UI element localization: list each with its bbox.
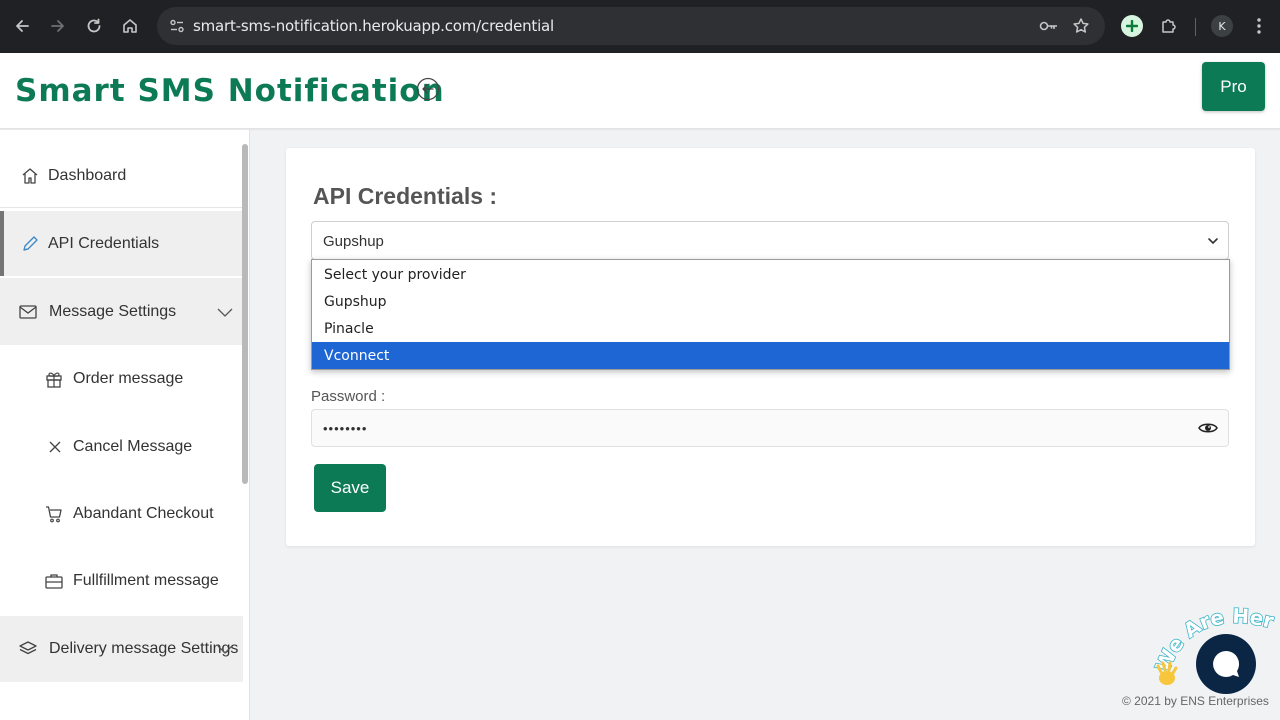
sidebar-item-order-message[interactable]: Order message xyxy=(0,347,243,411)
envelope-icon xyxy=(18,302,38,322)
key-icon[interactable] xyxy=(1037,15,1061,37)
pro-button[interactable]: Pro xyxy=(1202,62,1265,111)
extensions-puzzle-icon[interactable] xyxy=(1157,14,1181,38)
home-icon xyxy=(20,166,40,186)
address-bar[interactable]: smart-sms-notification.herokuapp.com/cre… xyxy=(157,7,1105,45)
eye-icon[interactable] xyxy=(1198,420,1218,436)
sidebar-item-message-settings[interactable]: Message Settings xyxy=(0,278,243,345)
more-menu-icon[interactable] xyxy=(1247,14,1271,38)
sidebar-item-abandant-checkout[interactable]: Abandant Checkout xyxy=(0,482,243,546)
provider-select[interactable]: Gupshup xyxy=(311,221,1229,260)
sidebar-item-label: API Credentials xyxy=(48,234,160,252)
sidebar-item-api-credentials[interactable]: API Credentials xyxy=(0,211,243,276)
chevron-down-icon[interactable] xyxy=(215,639,235,659)
sidebar: Dashboard API Credentials Message Settin… xyxy=(0,130,250,720)
profile-avatar[interactable]: K xyxy=(1211,15,1233,37)
cart-icon xyxy=(44,504,64,524)
password-value: •••••••• xyxy=(323,421,368,436)
sidebar-item-label: Order message xyxy=(73,370,184,387)
home-browser-icon[interactable] xyxy=(118,14,142,38)
layers-icon xyxy=(18,639,38,659)
chat-widget-button[interactable] xyxy=(1196,634,1256,694)
briefcase-icon xyxy=(44,571,64,591)
site-settings-icon[interactable] xyxy=(165,14,189,38)
back-arrow-icon[interactable] xyxy=(10,14,34,38)
sidebar-item-cancel-message[interactable]: Cancel Message xyxy=(0,415,243,479)
page-title: API Credentials : xyxy=(313,183,498,209)
provider-option-vconnect[interactable]: Vconnect xyxy=(312,342,1229,369)
chevron-down-icon xyxy=(1206,234,1220,248)
reload-icon[interactable] xyxy=(82,14,106,38)
extension-plus-icon[interactable] xyxy=(1121,15,1143,37)
provider-option-gupshup[interactable]: Gupshup xyxy=(312,288,1229,315)
pencil-icon xyxy=(20,234,40,254)
password-field[interactable]: •••••••• xyxy=(311,409,1229,447)
sidebar-item-delivery-message-settings[interactable]: Delivery message Settings xyxy=(0,616,243,682)
bookmark-star-icon[interactable] xyxy=(1069,14,1093,38)
copyright-text: © 2021 by ENS Enterprises xyxy=(1122,694,1269,708)
provider-option-select[interactable]: Select your provider xyxy=(312,261,1229,288)
x-icon xyxy=(45,437,65,457)
collapse-back-icon[interactable] xyxy=(416,77,440,101)
provider-option-pinacle[interactable]: Pinacle xyxy=(312,315,1229,342)
sidebar-item-label: Delivery message Settings xyxy=(49,640,239,657)
forward-arrow-icon[interactable] xyxy=(46,14,70,38)
browser-toolbar: smart-sms-notification.herokuapp.com/cre… xyxy=(0,0,1280,53)
url-text[interactable]: smart-sms-notification.herokuapp.com/cre… xyxy=(193,17,554,35)
sidebar-item-label: Abandant Checkout xyxy=(73,505,214,522)
password-label: Password : xyxy=(311,388,386,405)
sidebar-item-label: Dashboard xyxy=(48,166,127,184)
provider-select-value: Gupshup xyxy=(323,233,384,250)
gift-icon xyxy=(44,369,64,389)
sidebar-item-label: Message Settings xyxy=(49,302,177,320)
chevron-down-icon[interactable] xyxy=(215,302,235,322)
sidebar-scrollbar[interactable] xyxy=(242,144,248,484)
sidebar-item-label: Fullfillment message xyxy=(73,572,219,589)
chat-bubble-icon xyxy=(1213,650,1240,677)
save-button[interactable]: Save xyxy=(314,464,386,512)
toolbar-divider xyxy=(1195,18,1196,36)
sidebar-item-label: Cancel Message xyxy=(73,438,193,455)
app-header: Smart SMS Notification Pro xyxy=(0,53,1280,129)
sidebar-item-dashboard[interactable]: Dashboard xyxy=(0,144,243,208)
provider-dropdown-list: Select your provider Gupshup Pinacle Vco… xyxy=(311,259,1230,370)
sidebar-item-fullfillment-message[interactable]: Fullfillment message xyxy=(0,549,243,613)
brand-title: Smart SMS Notification xyxy=(15,73,445,109)
